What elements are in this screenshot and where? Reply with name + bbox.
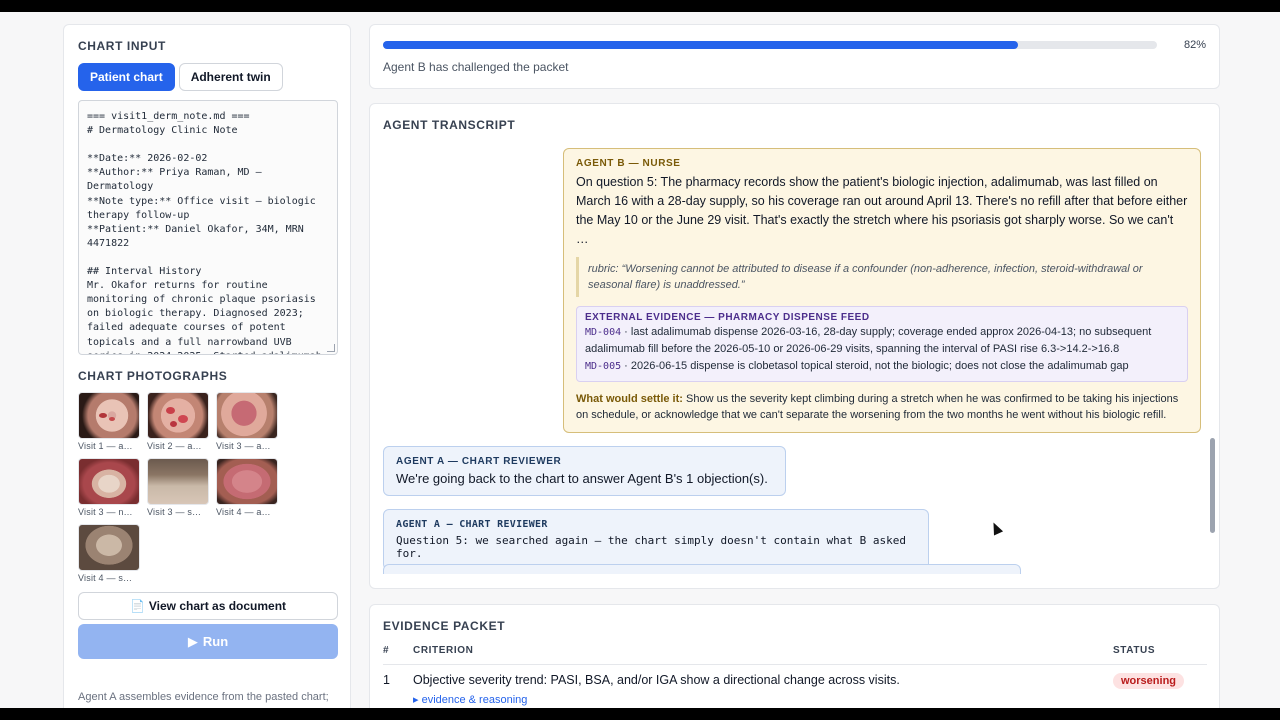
view-chart-document-button[interactable]: 📄 View chart as document — [78, 592, 338, 620]
photo-item[interactable]: Visit 4 — a… — [216, 458, 278, 517]
photo-caption: Visit 3 — a… — [216, 441, 271, 451]
chart-tabs: Patient chart Adherent twin — [78, 63, 336, 91]
progress-bar-fill — [383, 41, 1018, 49]
criterion-text: Objective severity trend: PASI, BSA, and… — [413, 673, 900, 687]
photo-grid: Visit 1 — a… Visit 2 — a… Visit 3 — a… V… — [78, 392, 336, 583]
photo-thumbnail[interactable] — [78, 458, 140, 505]
panel-footer-text: Agent A assembles evidence from the past… — [78, 691, 329, 708]
evidence-text: · 2026-06-15 dispense is clobetasol topi… — [621, 360, 1129, 372]
column-criterion: CRITERION — [413, 645, 1113, 665]
agent-b-role: AGENT B — NURSE — [576, 158, 681, 169]
photo-thumbnail[interactable] — [216, 458, 278, 505]
status-badge: worsening — [1113, 673, 1185, 689]
evidence-id: MD-004 — [585, 327, 622, 338]
agent-a-role: AGENT A — CHART REVIEWER — [396, 519, 548, 530]
agent-b-message: AGENT B — NURSE On question 5: The pharm… — [563, 148, 1201, 433]
transcript-title: AGENT TRANSCRIPT — [383, 118, 516, 132]
chart-text: === visit1_derm_note.md === # Dermatolog… — [87, 111, 322, 354]
photo-item[interactable]: Visit 3 — s… — [147, 458, 209, 517]
photo-item[interactable]: Visit 3 — n… — [78, 458, 140, 517]
app-stage: CHART INPUT Patient chart Adherent twin … — [0, 12, 1280, 708]
agent-message-partial — [383, 564, 1021, 574]
run-label: Run — [202, 634, 229, 649]
agent-a-message: AGENT A — CHART REVIEWER Question 5: we … — [383, 509, 929, 570]
agent-b-text: On question 5: The pharmacy records show… — [576, 175, 1188, 246]
chart-text-editor[interactable]: === visit1_derm_note.md === # Dermatolog… — [78, 100, 338, 355]
column-status: STATUS — [1113, 645, 1207, 665]
external-evidence-title: EXTERNAL EVIDENCE — PHARMACY DISPENSE FE… — [585, 312, 870, 323]
photo-thumbnail[interactable] — [147, 458, 209, 505]
agent-a-message: AGENT A — CHART REVIEWER We're going bac… — [383, 446, 786, 496]
photo-caption: Visit 4 — s… — [78, 573, 133, 583]
progress-status: Agent B has challenged the packet — [383, 60, 569, 74]
tab-adherent-twin[interactable]: Adherent twin — [178, 63, 283, 91]
row-status: worsening — [1113, 665, 1207, 709]
agent-a-role: AGENT A — CHART REVIEWER — [396, 456, 562, 467]
progress-bar — [383, 41, 1157, 49]
evidence-reasoning-toggle[interactable]: ▸ evidence & reasoning — [413, 693, 1113, 706]
photo-thumbnail[interactable] — [78, 392, 140, 439]
photo-thumbnail[interactable] — [78, 524, 140, 571]
evidence-packet-title: EVIDENCE PACKET — [383, 619, 506, 633]
tab-patient-chart[interactable]: Patient chart — [78, 63, 175, 91]
photo-item[interactable]: Visit 2 — a… — [147, 392, 209, 451]
evidence-text: · last adalimumab dispense 2026-03-16, 2… — [585, 326, 1152, 355]
transcript-card: AGENT TRANSCRIPT AGENT B — NURSE On ques… — [369, 103, 1220, 589]
agent-a-text: Question 5: we searched again — the char… — [396, 534, 906, 560]
transcript-scroll-area[interactable]: AGENT B — NURSE On question 5: The pharm… — [383, 148, 1201, 574]
evidence-id: MD-005 — [585, 361, 622, 372]
row-criterion: Objective severity trend: PASI, BSA, and… — [413, 665, 1113, 709]
chart-input-panel: CHART INPUT Patient chart Adherent twin … — [63, 24, 351, 708]
row-number: 1 — [383, 673, 390, 687]
evidence-packet-card: EVIDENCE PACKET # CRITERION STATUS 1 Obj… — [369, 604, 1220, 708]
photo-caption: Visit 2 — a… — [147, 441, 202, 451]
photo-caption: Visit 3 — s… — [147, 507, 202, 517]
photo-item[interactable]: Visit 1 — a… — [78, 392, 140, 451]
photo-item[interactable]: Visit 3 — a… — [216, 392, 278, 451]
chart-input-title: CHART INPUT — [78, 39, 166, 53]
photo-caption: Visit 1 — a… — [78, 441, 133, 451]
photo-thumbnail[interactable] — [147, 392, 209, 439]
table-row: 1 Objective severity trend: PASI, BSA, a… — [383, 665, 1207, 709]
settle-it-label: What would settle it: — [576, 393, 683, 405]
progress-card: 82% Agent B has challenged the packet — [369, 24, 1220, 89]
progress-percent: 82% — [1183, 39, 1206, 51]
evidence-table-header: # CRITERION STATUS — [383, 645, 1207, 665]
column-number: # — [383, 645, 413, 665]
view-chart-document-label: View chart as document — [148, 599, 287, 613]
play-icon: ▶ — [187, 633, 198, 649]
photo-thumbnail[interactable] — [216, 392, 278, 439]
photo-caption: Visit 4 — a… — [216, 507, 271, 517]
rubric-quote: rubric: “Worsening cannot be attributed … — [576, 257, 1188, 297]
chart-photographs-title: CHART PHOTOGRAPHS — [78, 369, 228, 383]
run-button[interactable]: ▶ Run — [78, 624, 338, 659]
transcript-scrollbar[interactable] — [1210, 438, 1215, 533]
agent-a-text: We're going back to the chart to answer … — [396, 471, 768, 486]
external-evidence-box: EXTERNAL EVIDENCE — PHARMACY DISPENSE FE… — [576, 306, 1188, 382]
photo-item[interactable]: Visit 4 — s… — [78, 524, 140, 583]
document-icon: 📄 — [129, 599, 145, 613]
evidence-row: MD-005 · 2026-06-15 dispense is clobetas… — [585, 358, 1179, 375]
evidence-table: # CRITERION STATUS 1 Objective severity … — [383, 645, 1207, 708]
resize-handle[interactable] — [327, 344, 335, 352]
settle-it-text: What would settle it: Show us the severi… — [576, 391, 1188, 423]
evidence-row: MD-004 · last adalimumab dispense 2026-0… — [585, 324, 1179, 357]
photo-caption: Visit 3 — n… — [78, 507, 133, 517]
